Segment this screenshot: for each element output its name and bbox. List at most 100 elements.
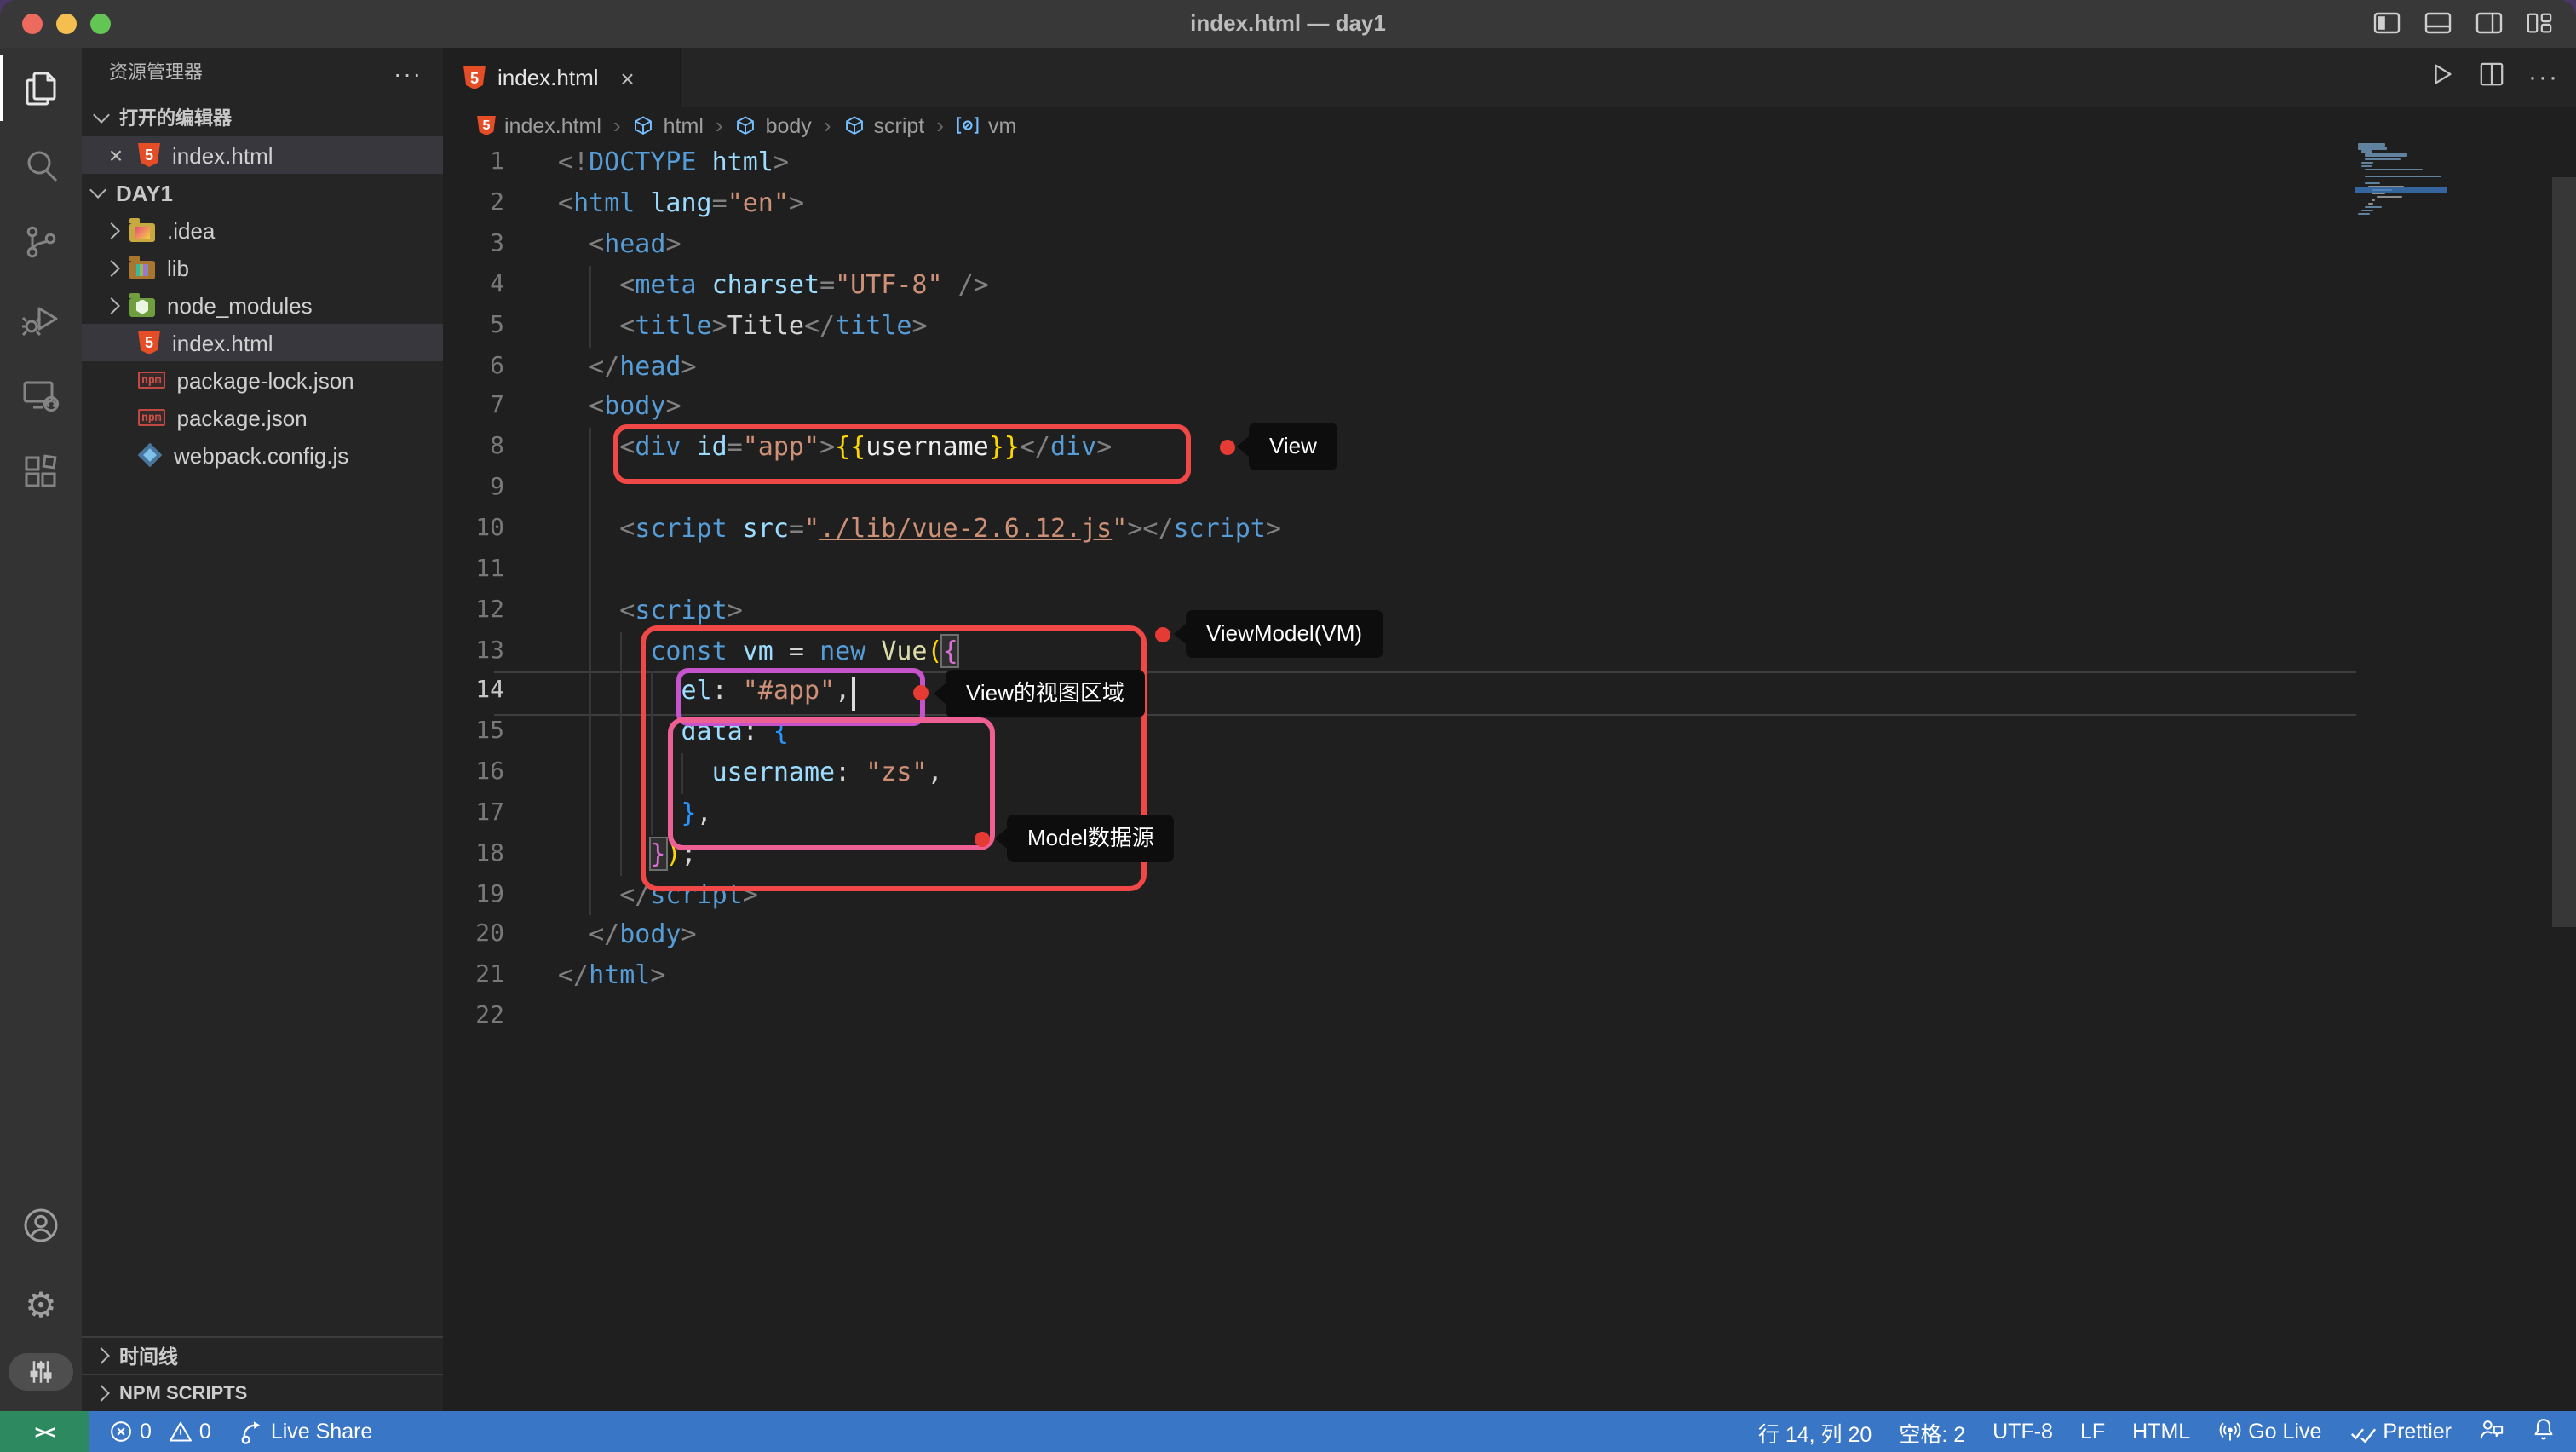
line-number: 20	[443, 916, 504, 957]
code-line-17[interactable]: 17 },	[0, 794, 2576, 835]
breadcrumb-separator: ›	[824, 112, 831, 138]
title-bar: index.html — day1	[0, 0, 2576, 49]
code-line-14[interactable]: 14 el: "#app",	[0, 672, 2576, 713]
line-number: 7	[443, 388, 504, 429]
close-tab-icon[interactable]: ×	[618, 66, 638, 89]
tab-label: index.html	[497, 65, 599, 90]
minimap-line	[2358, 144, 2385, 147]
code-text: },	[558, 794, 712, 835]
sidebar-section-timeline[interactable]: 时间线	[82, 1336, 443, 1374]
code-text: <script src="./lib/vue-2.6.12.js"></scri…	[558, 510, 1281, 550]
breadcrumb-item-script[interactable]: script	[843, 113, 925, 137]
code-line-6[interactable]: 6 </head>	[0, 347, 2576, 388]
symbol-cube-icon	[633, 113, 655, 137]
line-number: 3	[443, 225, 504, 266]
line-number: 14	[443, 672, 504, 713]
toggle-sidebar-icon[interactable]	[2373, 10, 2401, 36]
code-line-20[interactable]: 20 </body>	[0, 916, 2576, 957]
window-title: index.html — day1	[0, 0, 2576, 48]
toggle-panel-icon[interactable]	[2424, 10, 2452, 36]
annotation-label-view-area: View的视图区域	[946, 670, 1145, 717]
code-line-21[interactable]: 21</html>	[0, 957, 2576, 998]
code-line-19[interactable]: 19 </script>	[0, 875, 2576, 916]
line-number: 19	[443, 875, 504, 916]
code-line-1[interactable]: 1<!DOCTYPE html>	[0, 144, 2576, 185]
eol-indicator[interactable]: LF	[2080, 1420, 2105, 1443]
activity-bar-account-icon[interactable]	[0, 1186, 82, 1263]
annotation-label-model: Model数据源	[1007, 815, 1175, 862]
remote-indicator[interactable]: ><	[0, 1411, 89, 1452]
code-line-3[interactable]: 3 <head>	[0, 225, 2576, 266]
line-number: 22	[443, 997, 504, 1038]
line-number: 15	[443, 712, 504, 753]
minimap-line	[2372, 199, 2376, 202]
minimap-line	[2361, 151, 2372, 153]
code-line-10[interactable]: 10 <script src="./lib/vue-2.6.12.js"></s…	[0, 510, 2576, 550]
vscode-window: index.html — day1 ⚙ 资源管理器 ··· 打开的编辑器 ×5i…	[0, 0, 2576, 1452]
live-share-button[interactable]: Live Share	[239, 1419, 373, 1444]
code-editor[interactable]: 1<!DOCTYPE html>2<html lang="en">3 <head…	[0, 144, 2576, 1038]
line-number: 9	[443, 469, 504, 510]
code-text: <div id="app">{{username}}</div>	[558, 429, 1112, 470]
indent-guide	[589, 469, 590, 510]
code-text: data: {	[558, 712, 789, 753]
indentation-indicator[interactable]: 空格: 2	[1899, 1415, 1965, 1448]
open-editors-section-header[interactable]: 打开的编辑器	[82, 99, 443, 136]
minimap-line	[2361, 161, 2374, 164]
code-line-18[interactable]: 18 });	[0, 834, 2576, 875]
editor-more-actions-icon[interactable]: ···	[2528, 63, 2559, 92]
code-line-5[interactable]: 5 <title>Title</title>	[0, 307, 2576, 348]
feedback-icon[interactable]	[2479, 1417, 2504, 1446]
sidebar-section-npm-scripts[interactable]: NPM SCRIPTS	[82, 1374, 443, 1411]
code-text: <meta charset="UTF-8" />	[558, 266, 989, 307]
code-line-2[interactable]: 2<html lang="en">	[0, 184, 2576, 225]
breadcrumb-item-index-html[interactable]: 5index.html	[477, 113, 601, 137]
code-line-22[interactable]: 22	[0, 997, 2576, 1038]
breadcrumb-item-html[interactable]: html	[633, 113, 704, 137]
go-live-button[interactable]: Go Live	[2217, 1420, 2321, 1443]
minimap-line	[2365, 158, 2401, 160]
activity-bar-settings-icon[interactable]: ⚙	[0, 1268, 82, 1345]
minimap-line	[2365, 168, 2422, 170]
code-line-15[interactable]: 15 data: {	[0, 712, 2576, 753]
language-mode-indicator[interactable]: HTML	[2132, 1420, 2190, 1443]
annotation-dot-view	[1219, 439, 1234, 454]
code-line-9[interactable]: 9	[0, 469, 2576, 510]
minimap[interactable]	[2355, 144, 2450, 246]
code-line-4[interactable]: 4 <meta charset="UTF-8" />	[0, 266, 2576, 307]
encoding-indicator[interactable]: UTF-8	[1992, 1420, 2053, 1443]
split-editor-icon[interactable]	[2479, 60, 2504, 95]
code-line-11[interactable]: 11	[0, 550, 2576, 591]
editor-scrollbar[interactable]	[2551, 177, 2576, 927]
breadcrumb: 5index.html›html›body›script›vm	[443, 107, 2576, 143]
notifications-bell-icon[interactable]	[2532, 1416, 2556, 1447]
line-number: 4	[443, 266, 504, 307]
code-line-16[interactable]: 16 username: "zs",	[0, 753, 2576, 794]
problems-indicator[interactable]: 0 0	[109, 1420, 211, 1443]
breadcrumb-item-vm[interactable]: vm	[956, 113, 1016, 137]
activity-bar-explorer-icon[interactable]	[0, 49, 82, 126]
symbol-cube-icon	[735, 113, 757, 137]
line-number: 6	[443, 347, 504, 388]
customize-layout-icon[interactable]	[2527, 10, 2552, 36]
line-number: 8	[443, 429, 504, 470]
code-text: const vm = new Vue({	[558, 631, 958, 672]
cursor-position-indicator[interactable]: 行 14, 列 20	[1758, 1415, 1872, 1448]
line-number: 21	[443, 957, 504, 998]
tuner-pill-button[interactable]	[9, 1353, 73, 1391]
toggle-secondary-sidebar-icon[interactable]	[2475, 10, 2503, 36]
code-text: el: "#app",	[558, 672, 850, 713]
code-text: <!DOCTYPE html>	[558, 144, 789, 185]
explorer-more-actions-icon[interactable]: ···	[394, 48, 423, 99]
html5-file-icon: 5	[463, 66, 486, 89]
tab-index-html[interactable]: 5 index.html ×	[443, 48, 681, 107]
breadcrumb-separator: ›	[936, 112, 944, 138]
chevron-right-icon	[93, 1347, 110, 1364]
breadcrumb-separator: ›	[613, 112, 621, 138]
prettier-indicator[interactable]: Prettier	[2349, 1420, 2452, 1443]
code-text: <body>	[558, 388, 681, 429]
run-file-icon[interactable]	[2429, 60, 2455, 95]
minimap-line	[2358, 213, 2371, 216]
annotation-dot-viewmodel	[1154, 627, 1170, 642]
breadcrumb-item-body[interactable]: body	[735, 113, 812, 137]
